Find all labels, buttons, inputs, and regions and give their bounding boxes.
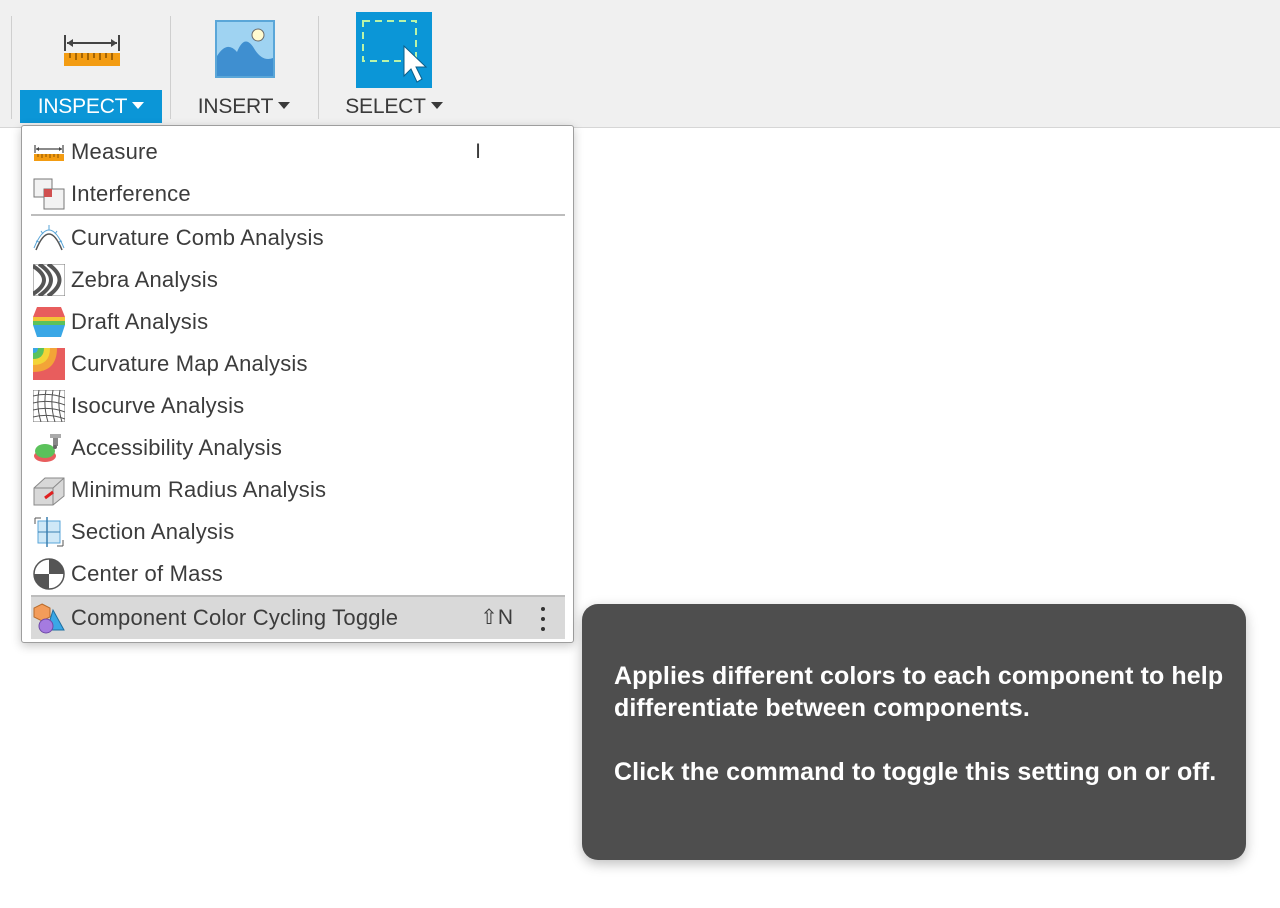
zebra-icon (33, 264, 65, 296)
menu-item-label: Isocurve Analysis (71, 393, 245, 418)
insert-label: INSERT (197, 95, 274, 118)
menu-item-label: Draft Analysis (71, 309, 209, 334)
measure-icon[interactable] (62, 32, 122, 68)
menu-item-interference[interactable]: Interference (31, 173, 565, 215)
menu-item-minimum-radius[interactable]: Minimum Radius Analysis (31, 469, 565, 511)
section-icon (34, 517, 64, 547)
menu-item-label: Accessibility Analysis (71, 435, 283, 460)
caret-down-icon (430, 101, 443, 109)
caret-down-icon (278, 101, 291, 109)
accessibility-icon (34, 434, 61, 462)
menu-item-label: Section Analysis (71, 519, 235, 544)
toolbar-divider (318, 16, 319, 119)
menu-item-accessibility[interactable]: Accessibility Analysis (31, 427, 565, 469)
center-of-mass-icon (33, 558, 65, 590)
caret-down-icon (132, 101, 145, 109)
menu-item-component-color-cycling[interactable]: Component Color Cycling Toggle ⇧N (31, 597, 565, 639)
menu-item-label: Zebra Analysis (71, 267, 219, 292)
component-color-icon (33, 603, 65, 634)
menu-item-label: Interference (71, 181, 191, 206)
curvature-comb-icon (33, 225, 65, 251)
shortcut-label: ⇧N (480, 606, 513, 629)
menu-item-draft[interactable]: Draft Analysis (31, 301, 565, 343)
image-icon[interactable] (215, 20, 275, 78)
menu-item-curvature-map[interactable]: Curvature Map Analysis (31, 343, 565, 385)
measure-icon (34, 145, 64, 161)
draft-icon (33, 307, 65, 337)
menu-item-section[interactable]: Section Analysis (31, 511, 565, 553)
menu-item-curvature-comb[interactable]: Curvature Comb Analysis (31, 217, 565, 259)
select-icon[interactable] (356, 12, 432, 88)
curvature-map-icon (33, 348, 65, 380)
tooltip-instruction: Click the command to toggle this setting… (614, 758, 1217, 786)
toolbar-divider (11, 16, 12, 119)
menu-item-label: Center of Mass (71, 561, 223, 586)
menu-divider (31, 214, 565, 216)
isocurve-icon (33, 390, 65, 422)
menu-item-label: Curvature Map Analysis (71, 351, 308, 376)
toolbar-divider (170, 16, 171, 119)
select-label: SELECT (345, 95, 426, 118)
more-options-icon[interactable] (535, 607, 551, 631)
shortcut-label: I (475, 140, 481, 163)
menu-item-zebra[interactable]: Zebra Analysis (31, 259, 565, 301)
menu-item-label: Measure (71, 139, 158, 164)
menu-item-label: Component Color Cycling Toggle (71, 605, 399, 630)
menu-item-measure[interactable]: Measure I (31, 131, 565, 173)
menu-item-center-of-mass[interactable]: Center of Mass (31, 553, 565, 595)
inspect-menu: Measure I Interference Curvature Comb An… (21, 125, 574, 643)
insert-dropdown-button[interactable]: INSERT (188, 90, 300, 123)
toolbar: INSPECT INSERT SELECT (0, 0, 1280, 128)
menu-item-label: Minimum Radius Analysis (71, 477, 327, 502)
inspect-dropdown-button[interactable]: INSPECT (20, 90, 162, 123)
select-dropdown-button[interactable]: SELECT (338, 90, 450, 123)
menu-item-isocurve[interactable]: Isocurve Analysis (31, 385, 565, 427)
tooltip-description: Applies different colors to each compone… (614, 662, 1224, 722)
inspect-label: INSPECT (37, 95, 128, 118)
menu-item-label: Curvature Comb Analysis (71, 225, 324, 250)
interference-icon (33, 178, 65, 210)
minimum-radius-icon (33, 477, 65, 506)
command-tooltip: Applies different colors to each compone… (582, 604, 1246, 860)
